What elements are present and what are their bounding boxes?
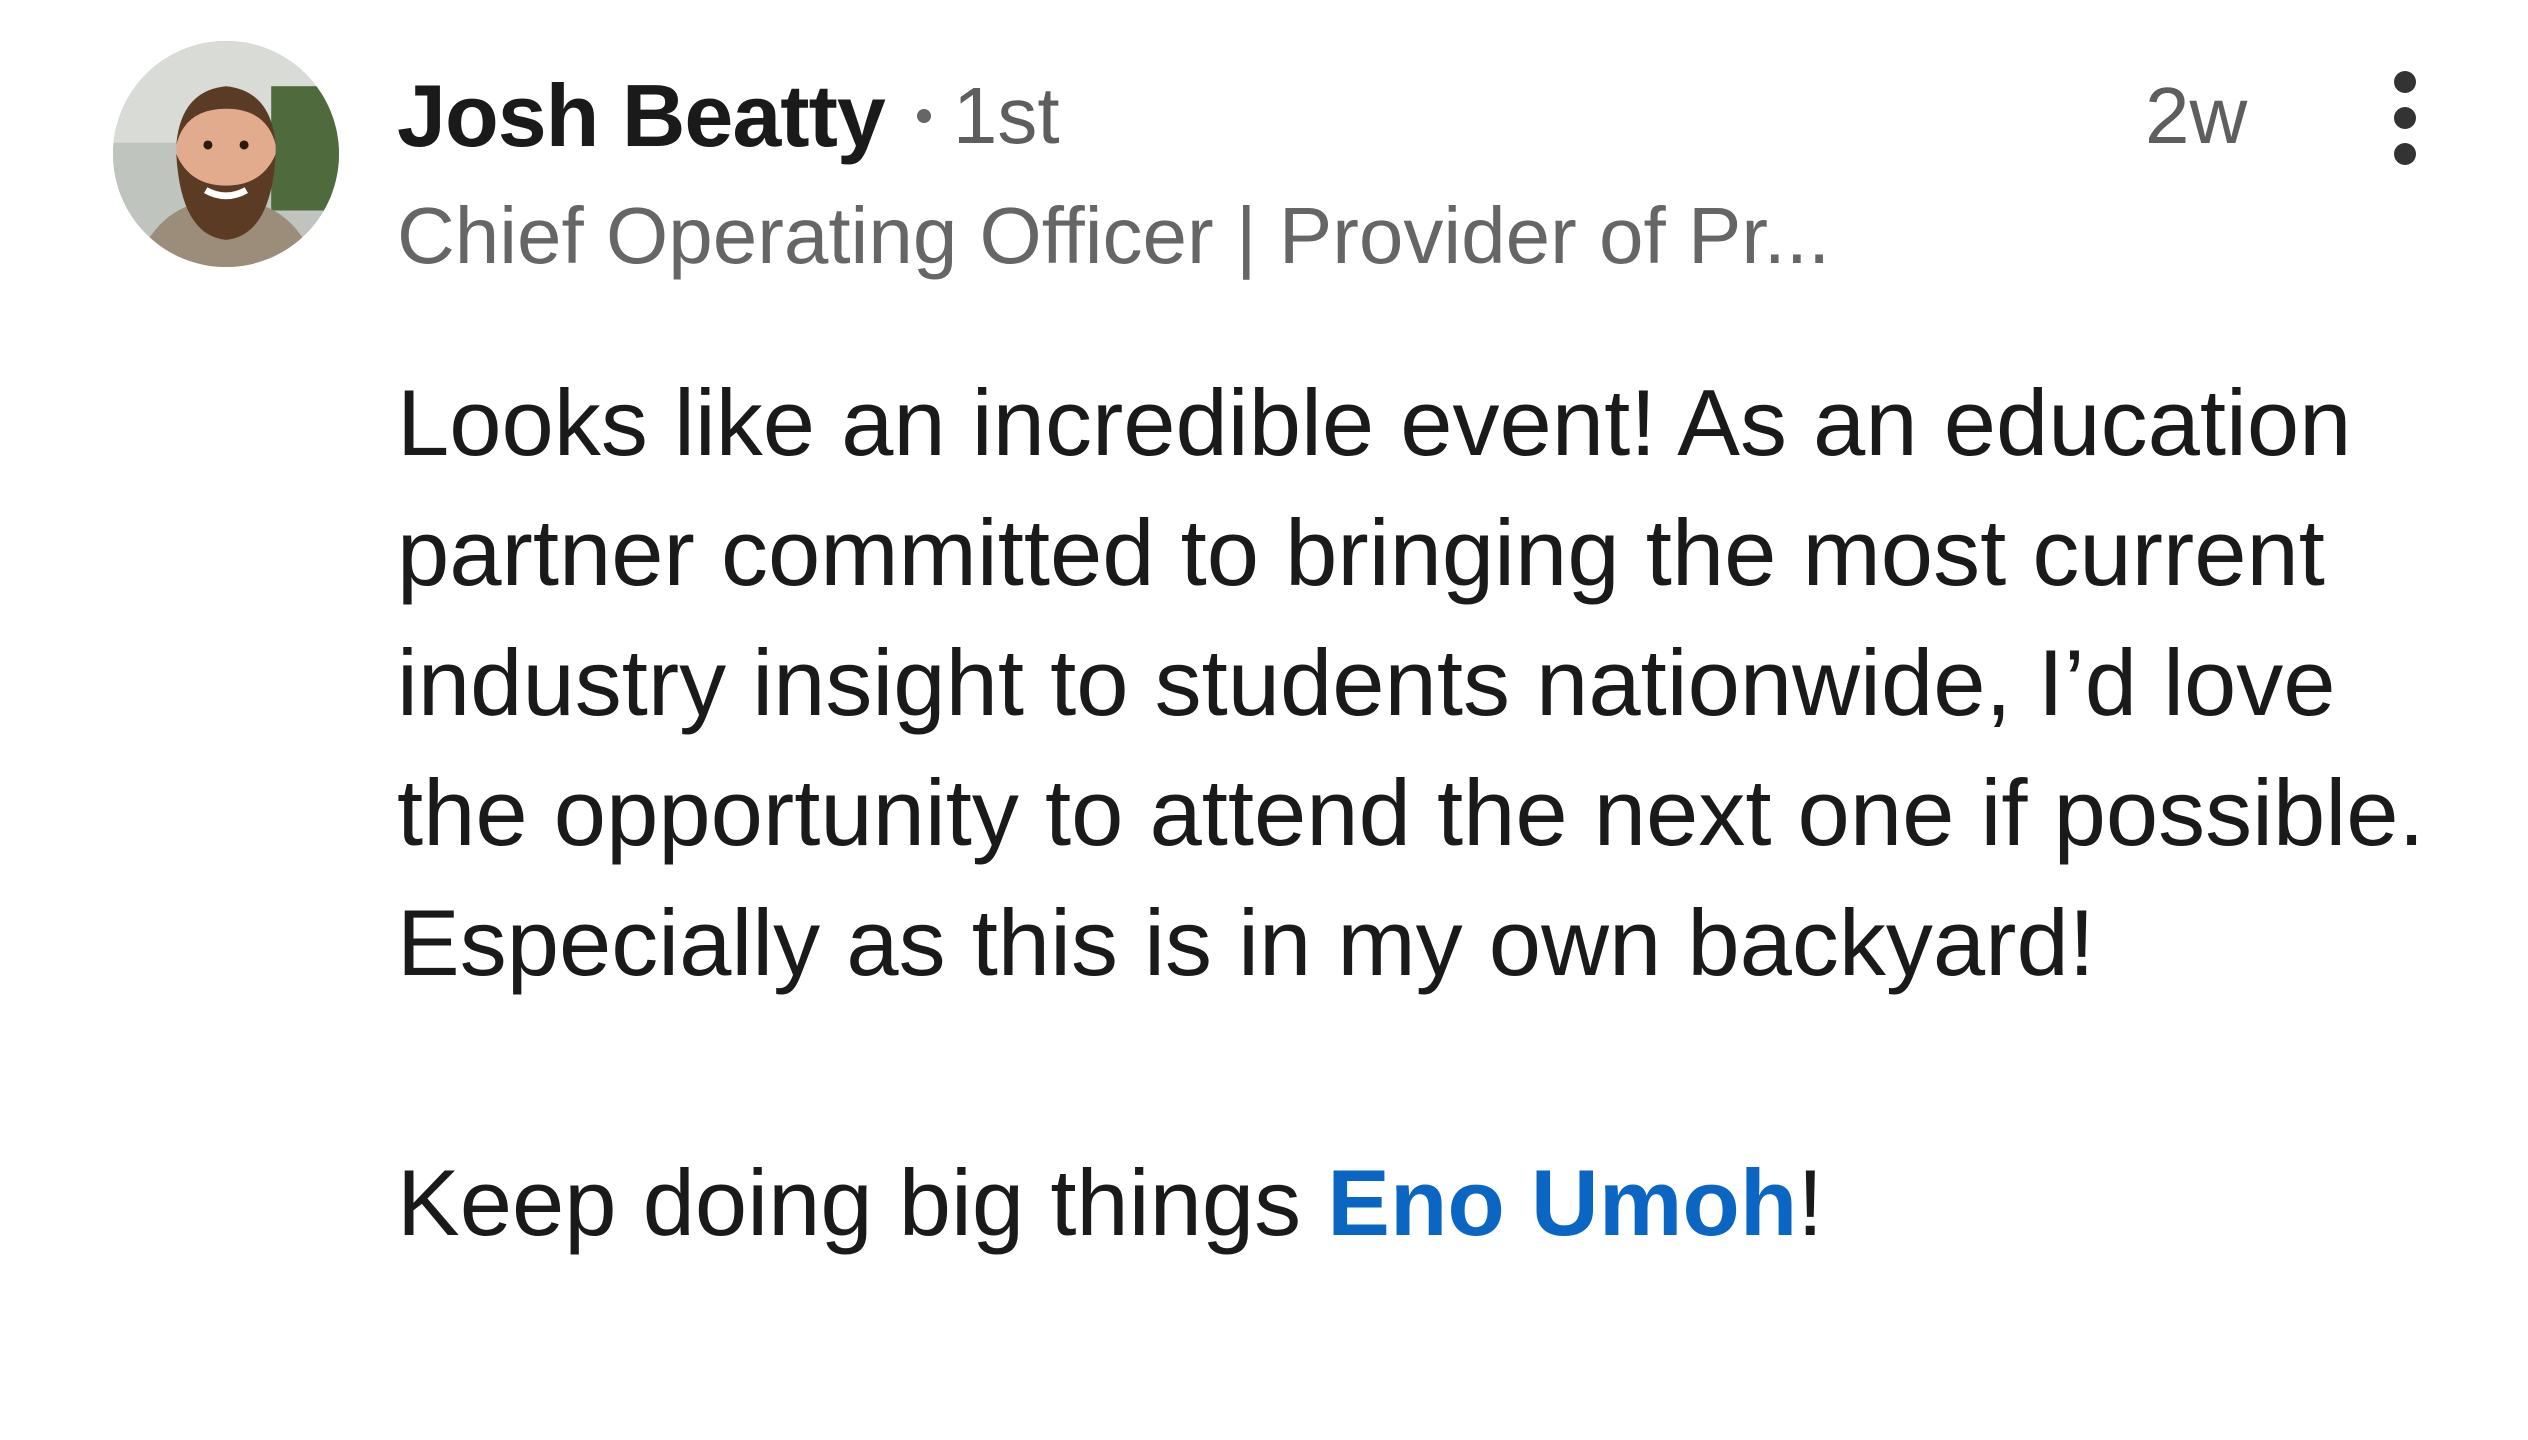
avatar[interactable]: [113, 41, 339, 267]
vertical-ellipsis-icon: [2394, 71, 2416, 165]
comment-paragraph: Looks like an incredible event! As an ed…: [397, 370, 2425, 995]
mention-link[interactable]: Eno Umoh: [1327, 1150, 1797, 1255]
comment-paragraph-2: Keep doing big things Eno Umoh!: [397, 1138, 2477, 1268]
comment-body: Looks like an incredible event! As an ed…: [397, 358, 2477, 1268]
comment-card: Josh Beatty 1st 2w Chief Operating Offic…: [0, 0, 2528, 1440]
profile-photo-icon: [113, 41, 339, 267]
separator-dot: [916, 109, 931, 123]
connection-degree: 1st: [952, 71, 1060, 160]
comment-text: Keep doing big things: [397, 1150, 1328, 1255]
author-headline: Chief Operating Officer | Provider of Pr…: [397, 191, 1831, 280]
author-name[interactable]: Josh Beatty: [397, 65, 886, 167]
comment-text-end: !: [1797, 1150, 1824, 1255]
more-options-button[interactable]: [2365, 60, 2445, 190]
comment-header: Josh Beatty 1st: [397, 56, 1060, 176]
comment-timestamp: 2w: [2145, 71, 2248, 160]
